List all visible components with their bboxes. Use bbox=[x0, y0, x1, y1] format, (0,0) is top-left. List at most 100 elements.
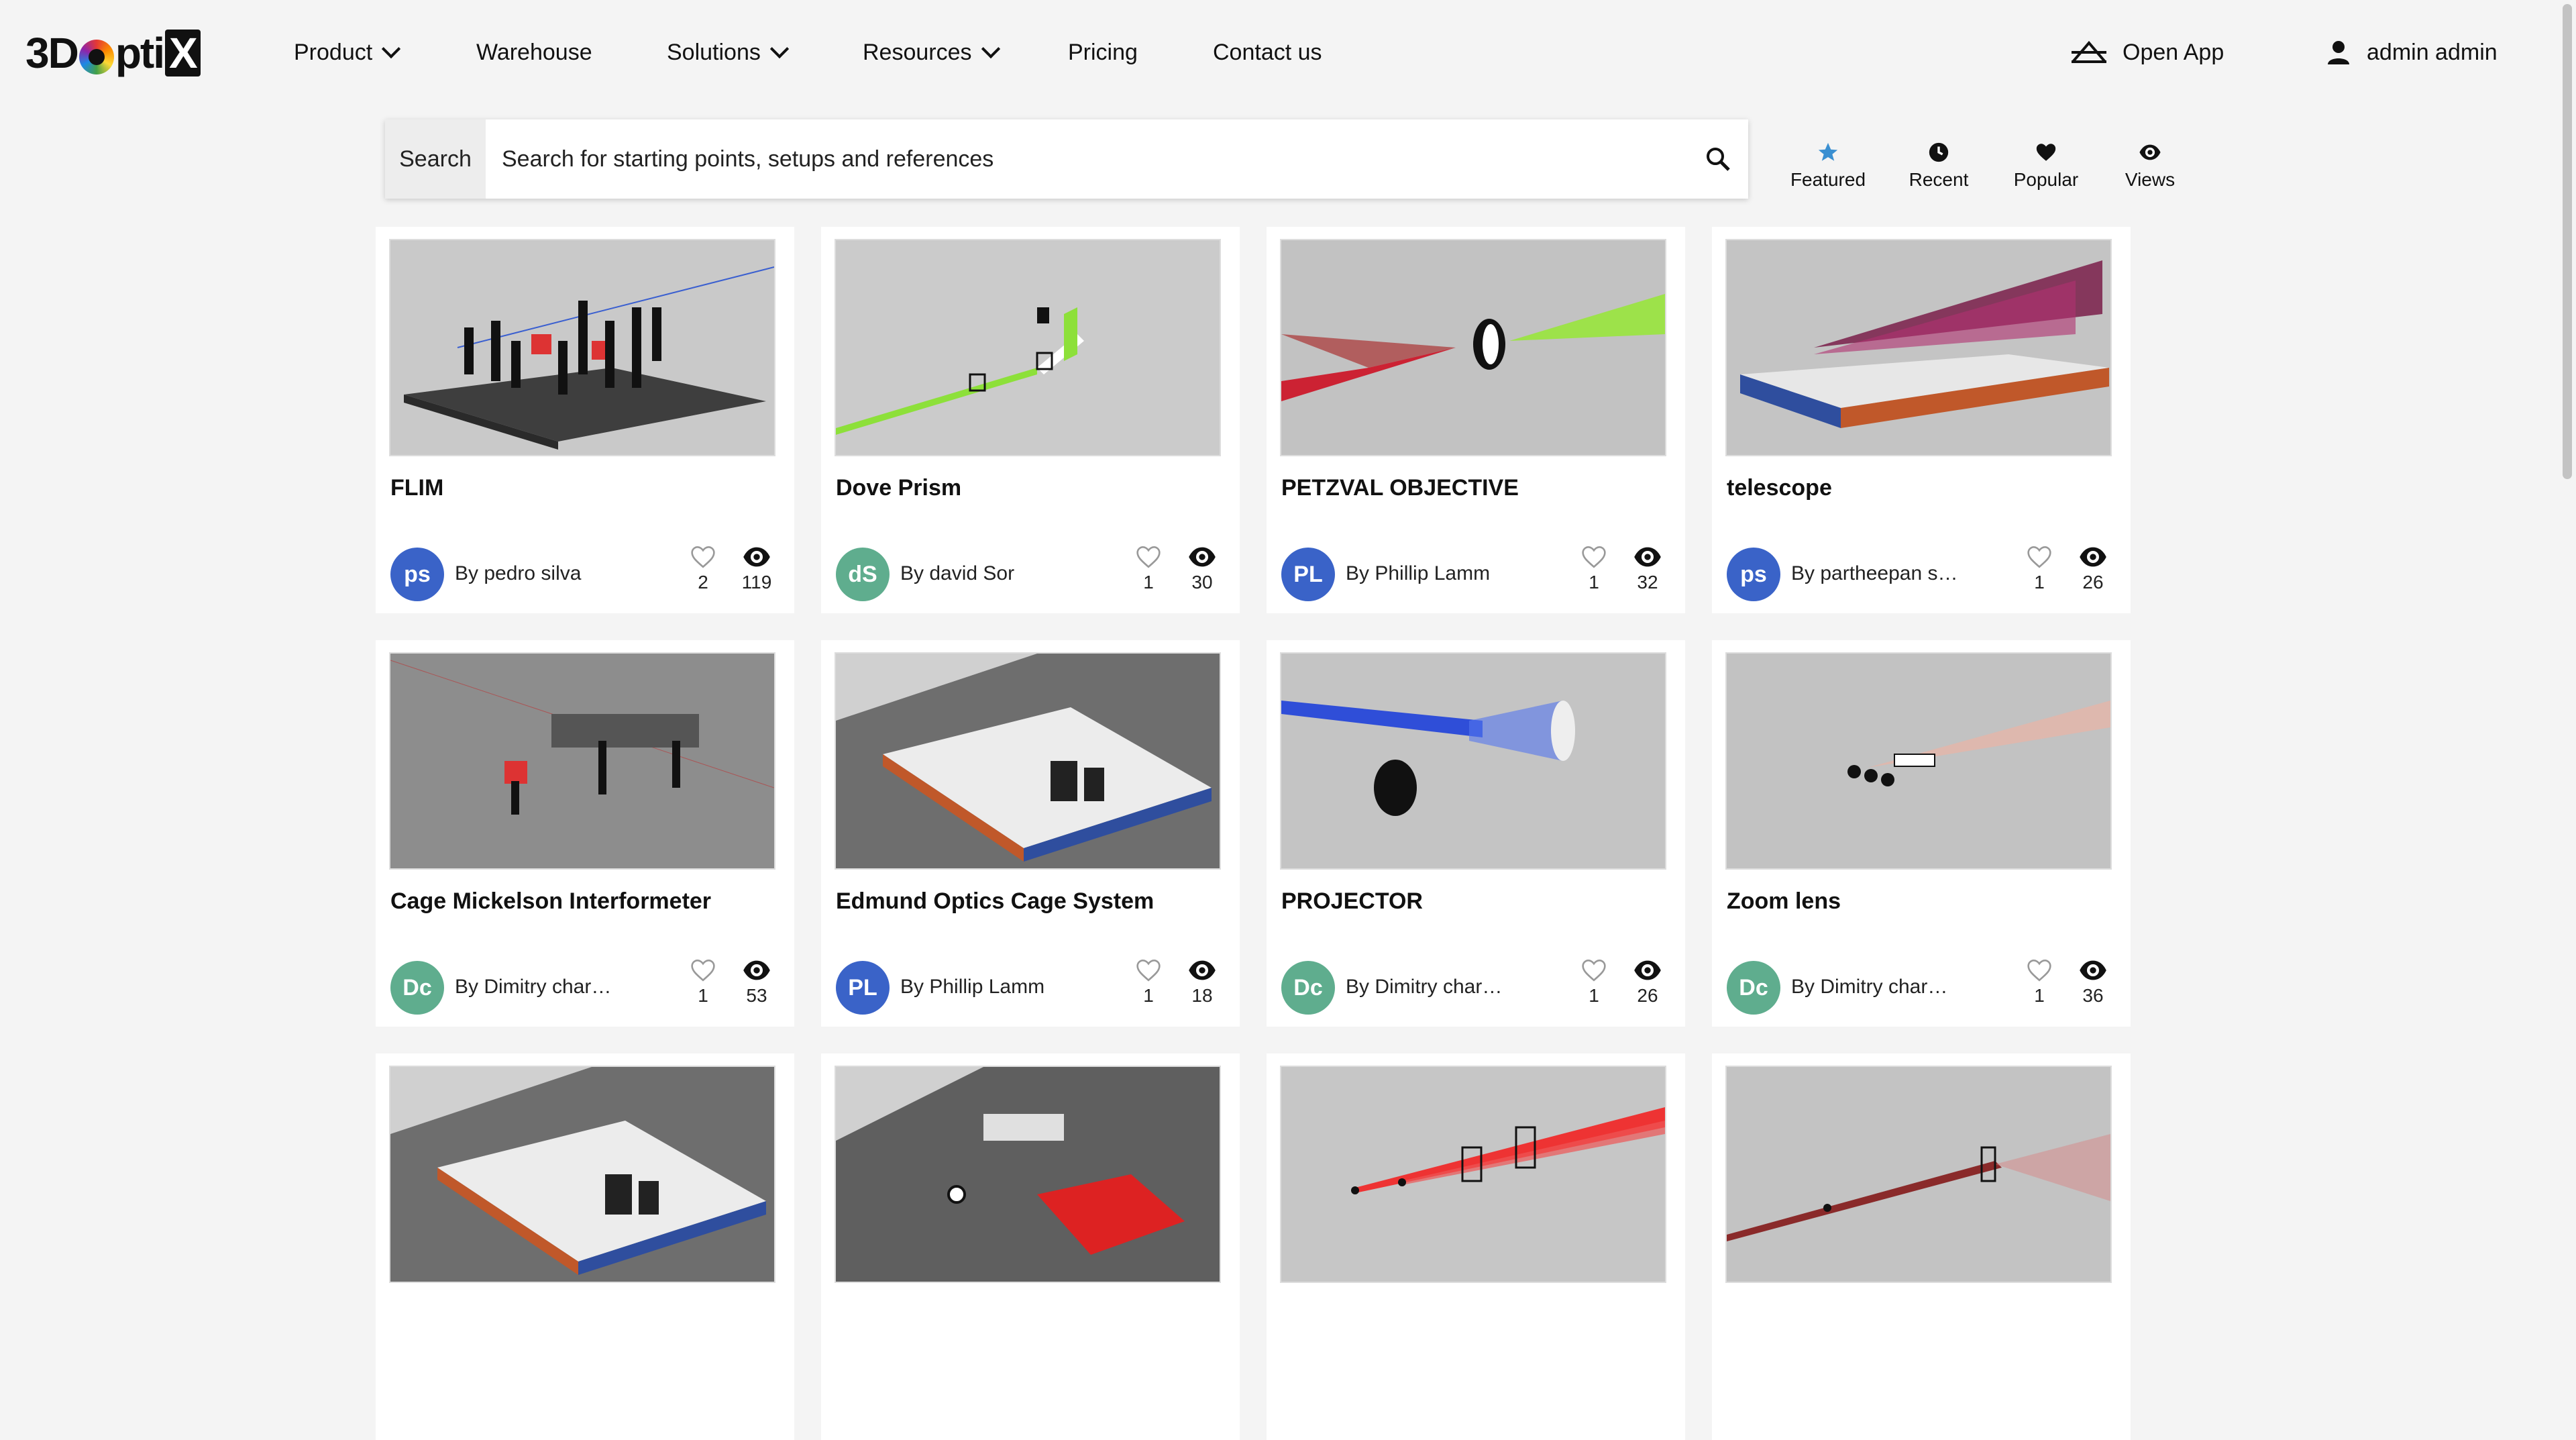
nav-contact[interactable]: Contact us bbox=[1213, 32, 1322, 72]
logo-text-left: 3D bbox=[25, 29, 79, 77]
setup-card[interactable]: Dove Prism dS By david Sor 1 30 bbox=[821, 227, 1240, 613]
author-avatar[interactable]: Dc bbox=[1281, 961, 1335, 1015]
search-button[interactable] bbox=[1688, 119, 1748, 199]
author-avatar[interactable]: ps bbox=[390, 548, 444, 601]
card-title[interactable]: Cage Mickelson Interformeter bbox=[390, 888, 711, 915]
setup-card[interactable] bbox=[376, 1053, 794, 1440]
view-count-group: 30 bbox=[1177, 545, 1228, 593]
card-title[interactable]: Dove Prism bbox=[836, 475, 961, 501]
like-button[interactable]: 1 bbox=[1575, 545, 1613, 593]
author-name: By Phillip Lamm bbox=[1346, 562, 1491, 584]
setup-card[interactable]: PROJECTOR Dc By Dimitry charnov 1 26 bbox=[1267, 640, 1685, 1027]
card-thumbnail[interactable] bbox=[835, 239, 1221, 456]
heart-outline-icon bbox=[1136, 546, 1161, 568]
eye-icon bbox=[1634, 960, 1661, 980]
like-count: 1 bbox=[1143, 985, 1154, 1006]
author-avatar[interactable]: Dc bbox=[390, 961, 444, 1015]
laser-table-image bbox=[836, 1067, 1220, 1282]
scrollbar[interactable] bbox=[2559, 0, 2576, 1299]
filter-recent[interactable]: Recent bbox=[1885, 141, 1992, 191]
projector-rays-image bbox=[1281, 654, 1665, 868]
heart-outline-icon bbox=[1582, 959, 1606, 982]
author-avatar[interactable]: PL bbox=[1281, 548, 1335, 601]
filter-views-label: Views bbox=[2125, 169, 2176, 190]
card-thumbnail[interactable] bbox=[1280, 652, 1666, 870]
card-thumbnail[interactable] bbox=[1280, 239, 1666, 456]
optical-table-image bbox=[836, 654, 1220, 868]
heart-outline-icon bbox=[2027, 546, 2051, 568]
filter-popular-label: Popular bbox=[2013, 169, 2079, 190]
like-button[interactable]: 1 bbox=[684, 958, 722, 1007]
nav-warehouse[interactable]: Warehouse bbox=[476, 32, 592, 72]
heart-outline-icon bbox=[2027, 959, 2051, 982]
like-button[interactable]: 1 bbox=[2021, 958, 2058, 1007]
view-count: 32 bbox=[1637, 572, 1658, 593]
heart-outline-icon bbox=[691, 959, 715, 982]
setup-card[interactable]: PETZVAL OBJECTIVE PL By Phillip Lamm 1 3… bbox=[1267, 227, 1685, 613]
view-count-group: 26 bbox=[1622, 958, 1673, 1007]
lens-rays-image bbox=[1281, 240, 1665, 455]
setup-card[interactable] bbox=[1712, 1053, 2131, 1440]
view-count: 18 bbox=[1191, 985, 1213, 1006]
setup-card[interactable]: telescope ps By partheepan senth... 1 26 bbox=[1712, 227, 2131, 613]
author-avatar[interactable]: Dc bbox=[1727, 961, 1780, 1015]
table-ray-fan-image bbox=[1727, 240, 2110, 455]
view-count-group: 119 bbox=[731, 545, 782, 593]
author-name: By Phillip Lamm bbox=[900, 976, 1045, 998]
view-count: 30 bbox=[1191, 572, 1213, 593]
like-button[interactable]: 1 bbox=[1130, 958, 1167, 1007]
setup-card[interactable]: FLIM ps By pedro silva 2 119 bbox=[376, 227, 794, 613]
logo-lens-icon bbox=[78, 40, 114, 74]
eye-icon bbox=[743, 960, 770, 980]
setup-card[interactable] bbox=[821, 1053, 1240, 1440]
filter-popular[interactable]: Popular bbox=[1992, 141, 2100, 191]
search-input[interactable] bbox=[486, 119, 1688, 199]
card-thumbnail[interactable] bbox=[1725, 652, 2112, 870]
setup-card[interactable]: Edmund Optics Cage System PL By Phillip … bbox=[821, 640, 1240, 1027]
like-count: 1 bbox=[1143, 572, 1154, 593]
card-thumbnail[interactable] bbox=[389, 239, 775, 456]
card-thumbnail[interactable] bbox=[1280, 1066, 1666, 1283]
author-name: By partheepan senth... bbox=[1791, 562, 1959, 584]
author-avatar[interactable]: PL bbox=[836, 961, 890, 1015]
card-thumbnail[interactable] bbox=[389, 652, 775, 870]
card-title[interactable]: Edmund Optics Cage System bbox=[836, 888, 1154, 915]
filter-views[interactable]: Views bbox=[2100, 141, 2200, 191]
user-menu[interactable]: admin admin bbox=[2325, 32, 2515, 72]
open-app-button[interactable]: Open App bbox=[2070, 32, 2224, 72]
card-thumbnail[interactable] bbox=[1725, 239, 2112, 456]
logo[interactable]: 3D pti X bbox=[25, 30, 201, 76]
like-button[interactable]: 1 bbox=[1130, 545, 1167, 593]
card-title[interactable]: telescope bbox=[1727, 475, 1832, 501]
setup-card[interactable]: Cage Mickelson Interformeter Dc By Dimit… bbox=[376, 640, 794, 1027]
like-button[interactable]: 1 bbox=[1575, 958, 1613, 1007]
eye-icon bbox=[743, 547, 770, 567]
nav-pricing[interactable]: Pricing bbox=[1068, 32, 1138, 72]
filter-featured[interactable]: Featured bbox=[1771, 141, 1885, 191]
heart-outline-icon bbox=[1582, 546, 1606, 568]
card-thumbnail[interactable] bbox=[389, 1066, 775, 1283]
author-avatar[interactable]: ps bbox=[1727, 548, 1780, 601]
setup-card[interactable]: Zoom lens Dc By Dimitry charnov 1 36 bbox=[1712, 640, 2131, 1027]
like-count: 1 bbox=[2034, 572, 2045, 593]
scrollbar-thumb[interactable] bbox=[2563, 4, 2572, 479]
setup-card[interactable] bbox=[1267, 1053, 1685, 1440]
author-avatar[interactable]: dS bbox=[836, 548, 890, 601]
card-title[interactable]: PETZVAL OBJECTIVE bbox=[1281, 475, 1519, 501]
card-title[interactable]: Zoom lens bbox=[1727, 888, 1841, 915]
card-thumbnail[interactable] bbox=[835, 652, 1221, 870]
view-count-group: 32 bbox=[1622, 545, 1673, 593]
like-button[interactable]: 1 bbox=[2021, 545, 2058, 593]
card-thumbnail[interactable] bbox=[835, 1066, 1221, 1283]
card-title[interactable]: PROJECTOR bbox=[1281, 888, 1423, 915]
like-count: 1 bbox=[698, 985, 708, 1006]
nav-product[interactable]: Product bbox=[294, 32, 401, 72]
nav-resources[interactable]: Resources bbox=[863, 32, 1000, 72]
search-bar: Search bbox=[385, 119, 1748, 199]
card-title[interactable]: FLIM bbox=[390, 475, 443, 501]
like-button[interactable]: 2 bbox=[684, 545, 722, 593]
like-count: 1 bbox=[1589, 572, 1599, 593]
card-thumbnail[interactable] bbox=[1725, 1066, 2112, 1283]
search-label: Search bbox=[385, 119, 486, 199]
nav-solutions[interactable]: Solutions bbox=[667, 32, 790, 72]
